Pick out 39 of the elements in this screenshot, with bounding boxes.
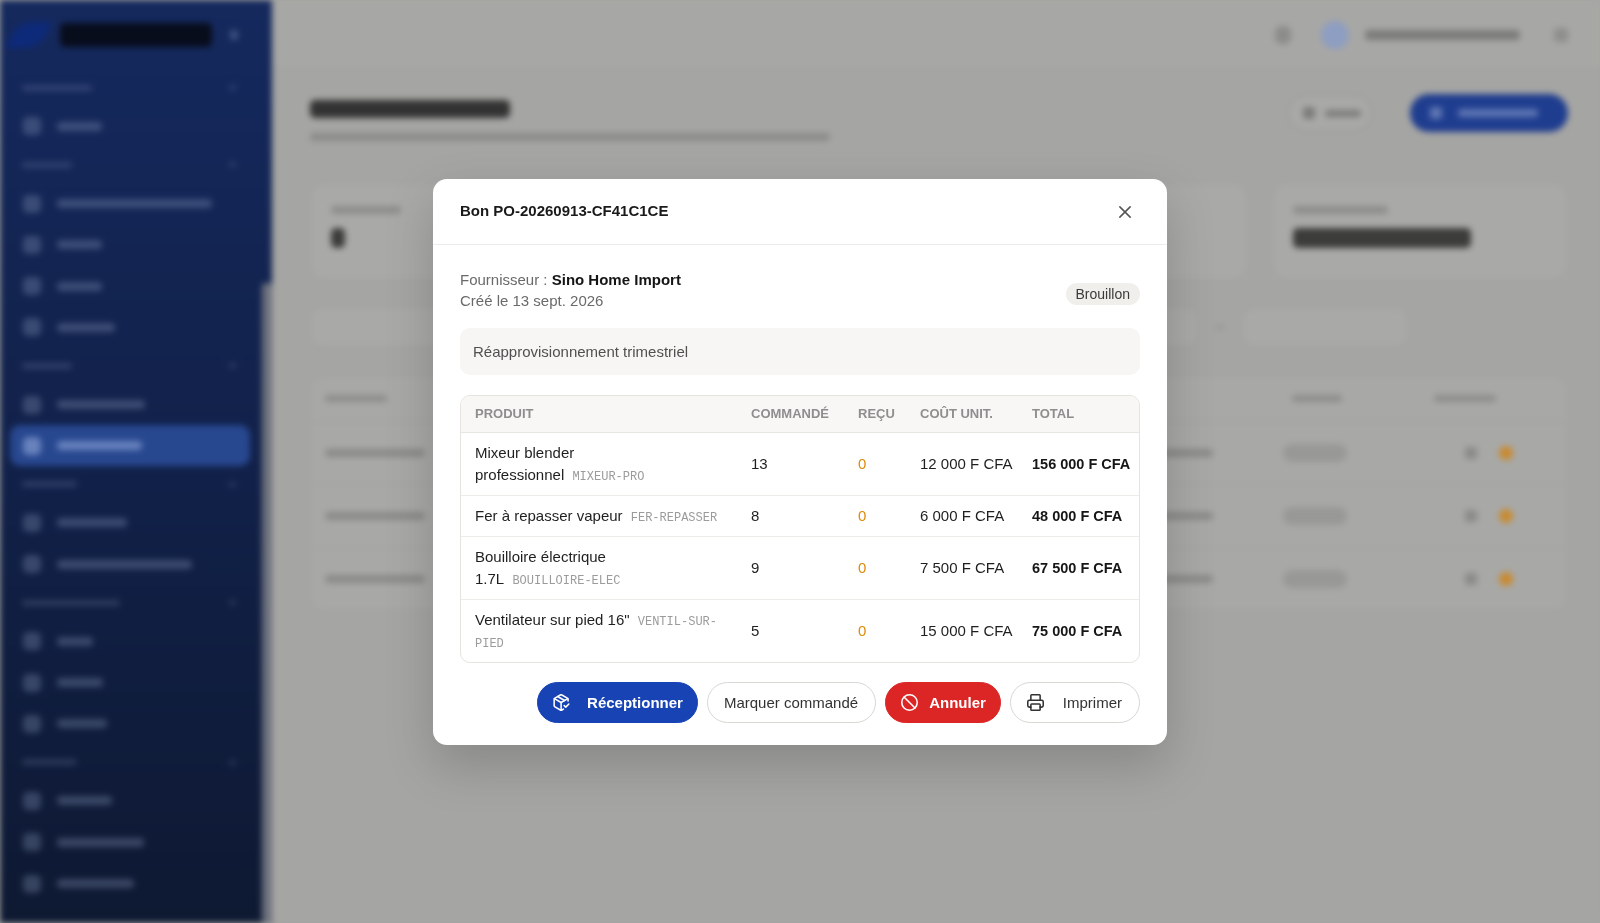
cancel-button[interactable]: Annuler — [885, 681, 1001, 723]
line-total-cell: 48 000 F CFA — [1018, 495, 1139, 536]
received-quantity-cell: 0 — [844, 536, 906, 599]
unit-cost-cell: 15 000 F CFA — [906, 599, 1018, 662]
ordered-quantity-cell: 9 — [737, 536, 844, 599]
column-header: COÛT UNIT. — [906, 395, 1018, 432]
ban-icon — [901, 693, 919, 711]
close-button[interactable] — [1117, 204, 1133, 220]
received-quantity-cell: 0 — [844, 599, 906, 662]
status-badge: Brouillon — [1065, 282, 1140, 305]
created-date: Créé le 13 sept. 2026 — [460, 290, 605, 311]
ordered-quantity-cell: 5 — [737, 599, 844, 662]
unit-cost-cell: 6 000 F CFA — [906, 495, 1018, 536]
unit-cost-cell: 7 500 F CFA — [906, 536, 1018, 599]
column-header: TOTAL — [1018, 395, 1139, 432]
print-button[interactable]: Imprimer — [1009, 681, 1140, 723]
received-quantity-cell: 0 — [844, 495, 906, 536]
received-quantity-cell: 0 — [844, 432, 906, 495]
printer-icon — [1026, 693, 1044, 711]
product-cell: Bouilloire électrique 1.7L BOUILLOIRE-ELEC — [461, 536, 737, 599]
line-total-cell: 156 000 F CFA — [1018, 432, 1139, 495]
ordered-quantity-cell: 8 — [737, 495, 844, 536]
line-total-cell: 67 500 F CFA — [1018, 536, 1139, 599]
notes-panel: Réapprovisionnement trimestriel — [460, 327, 1140, 375]
ordered-quantity-cell: 13 — [737, 432, 844, 495]
unit-cost-cell: 12 000 F CFA — [906, 432, 1018, 495]
dialog-title: Bon PO-20260913-CF41C1CE — [460, 200, 669, 221]
column-header: COMMANDÉ — [737, 395, 844, 432]
box-check-icon — [553, 693, 571, 711]
product-cell: Ventilateur sur pied 16" VENTIL-SUR-PIED — [461, 599, 737, 662]
column-header: REÇU — [844, 395, 906, 432]
mark-ordered-button[interactable]: Marquer commandé — [706, 681, 877, 723]
product-cell: Mixeur blender professionnel MIXEUR-PRO — [461, 432, 737, 495]
product-cell: Fer à repasser vapeur FER-REPASSER — [461, 495, 737, 536]
line-total-cell: 75 000 F CFA — [1018, 599, 1139, 662]
column-header: PRODUIT — [461, 395, 737, 432]
supplier-text: Fournisseur : Sino Home Import — [460, 269, 681, 290]
close-icon — [1119, 206, 1131, 218]
receive-button[interactable]: Réceptionner — [537, 681, 698, 723]
